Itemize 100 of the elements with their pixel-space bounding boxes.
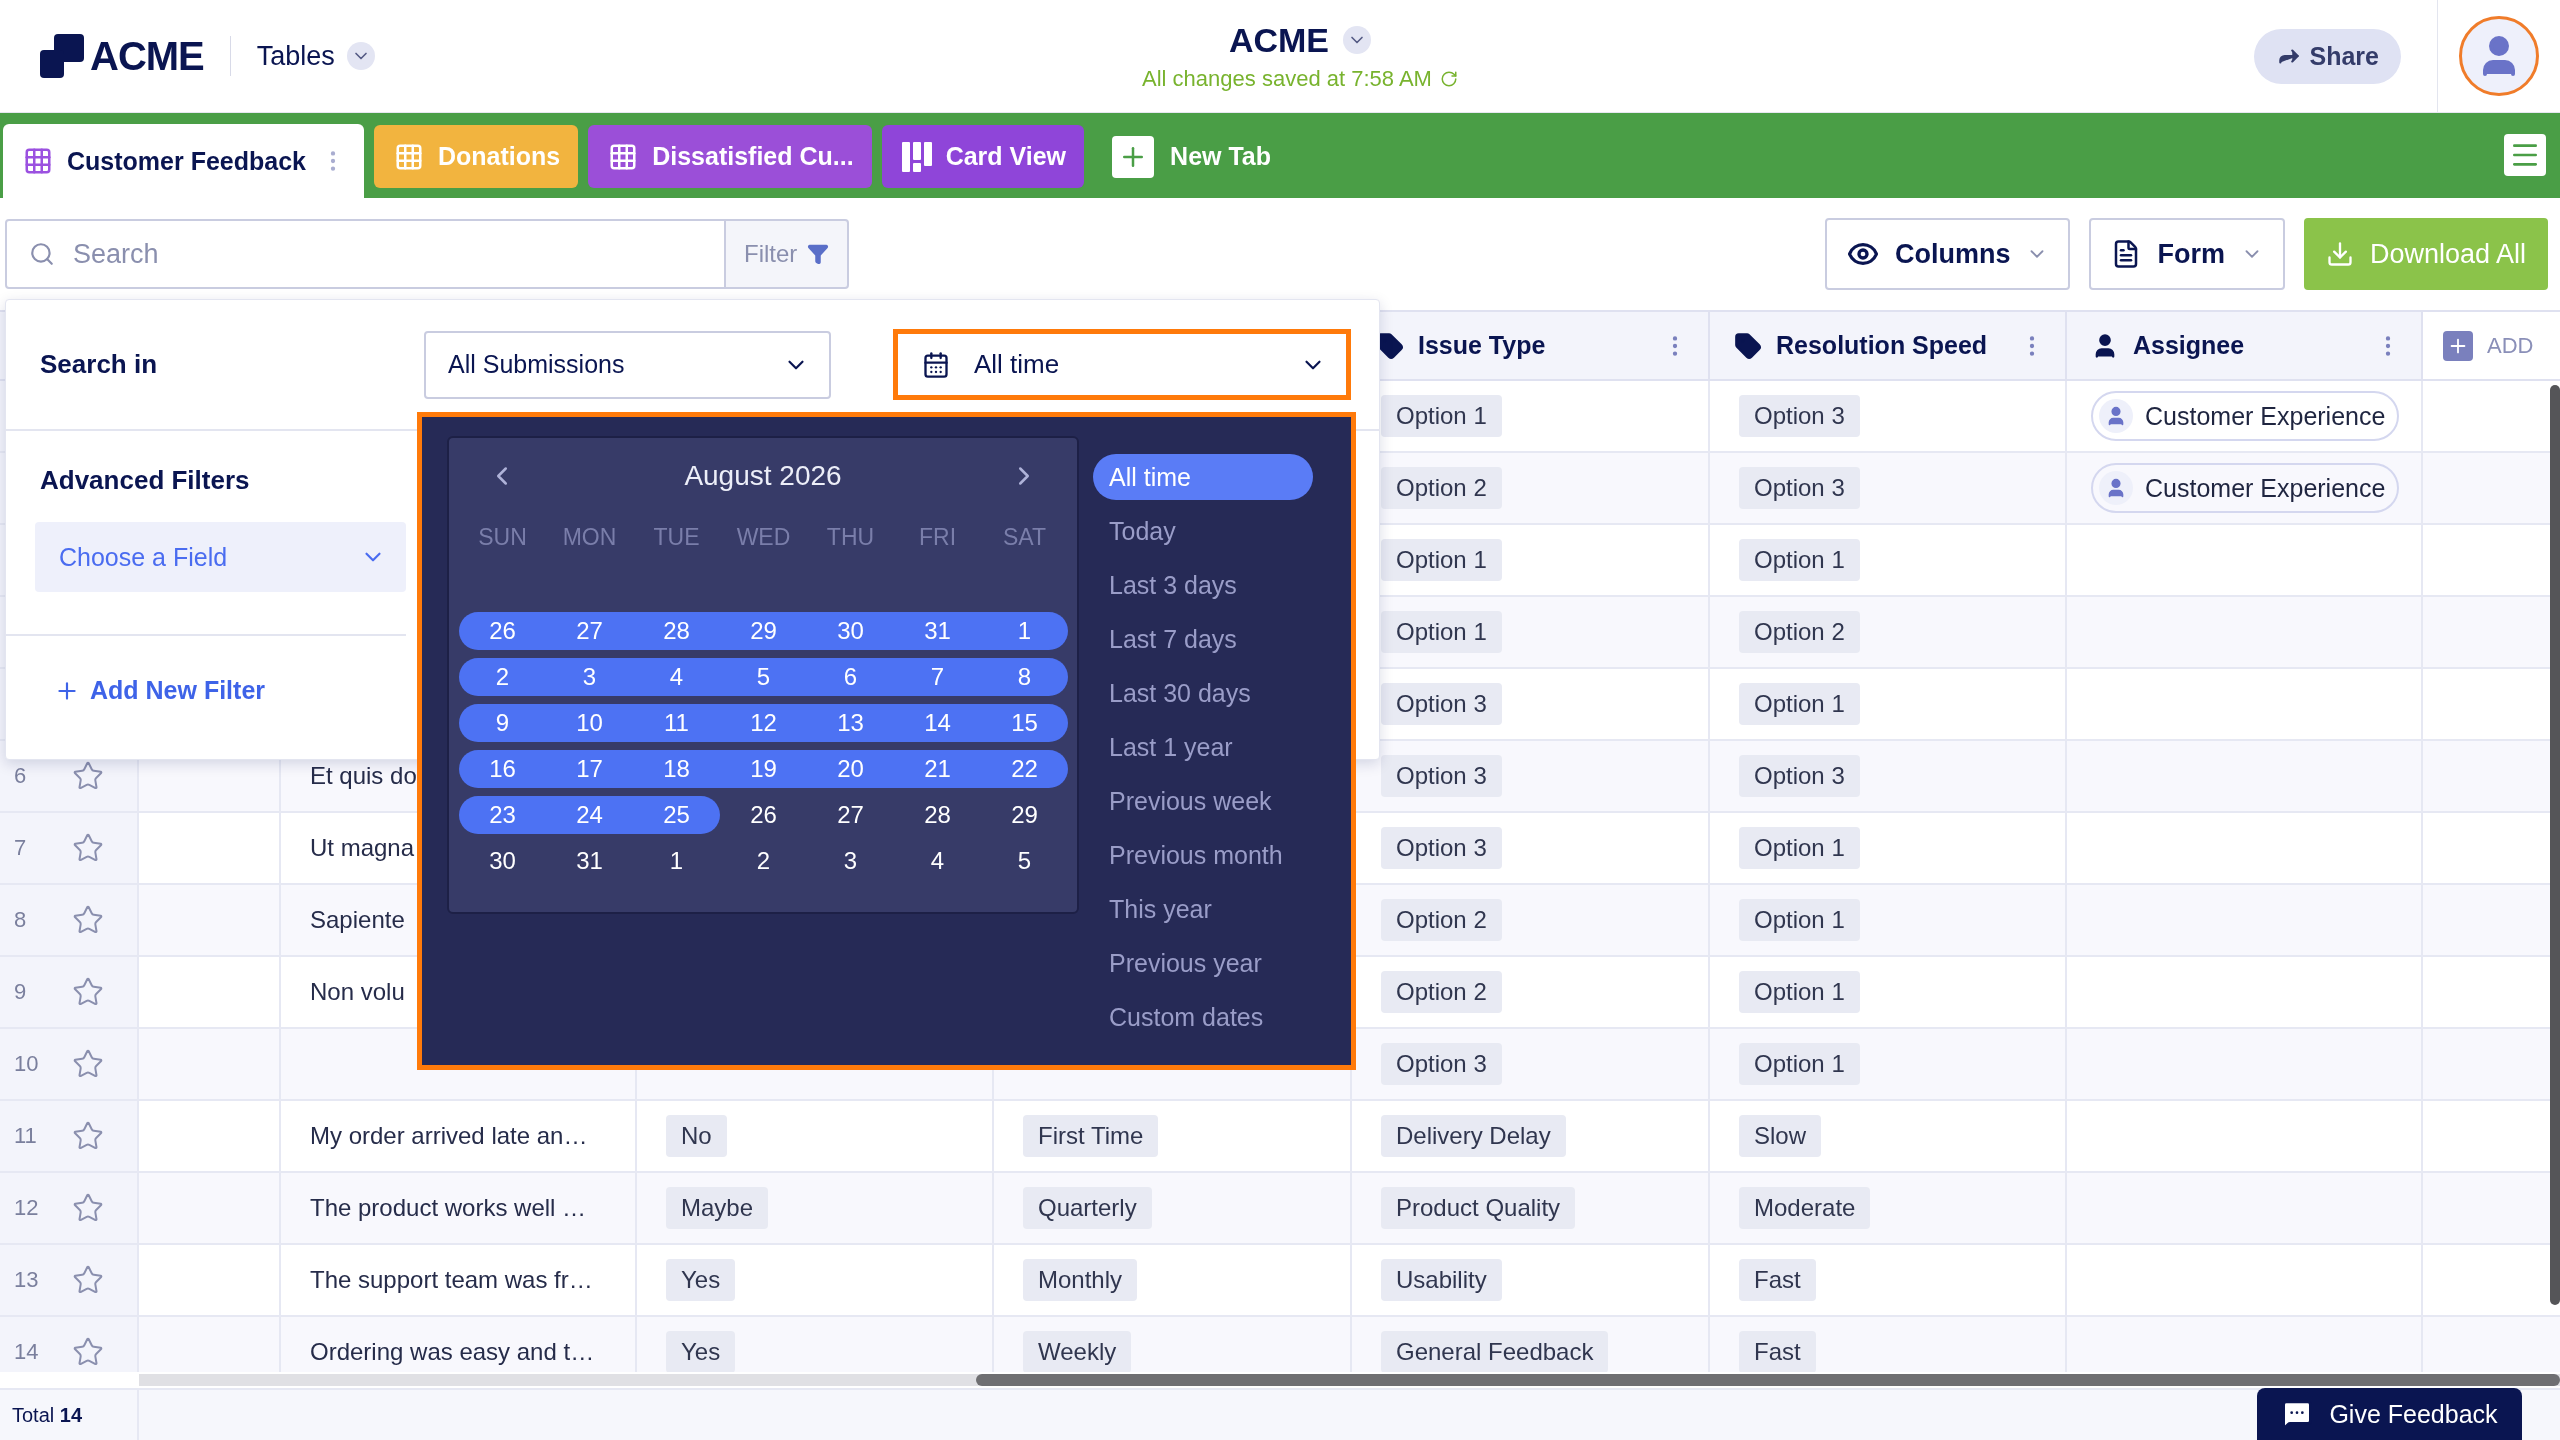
calendar-day[interactable]: 6 [807, 658, 894, 696]
search-icon [29, 241, 55, 267]
tab[interactable]: Customer Feedback [3, 124, 364, 198]
new-tab-button[interactable]: New Tab [1104, 125, 1280, 188]
calendar-day[interactable]: 31 [546, 842, 633, 880]
section-label[interactable]: Tables [256, 40, 335, 72]
calendar-day[interactable]: 1 [981, 612, 1068, 650]
calendar-day[interactable]: 24 [546, 796, 633, 834]
column-header[interactable]: Resolution Speed [1710, 312, 2067, 379]
calendar-day[interactable]: 23 [459, 796, 546, 834]
calendar-day[interactable]: 31 [894, 612, 981, 650]
calendar-day[interactable]: 16 [459, 750, 546, 788]
option-tag: Monthly [1023, 1259, 1138, 1301]
calendar-day[interactable]: 28 [633, 612, 720, 650]
calendar-day[interactable]: 29 [720, 612, 807, 650]
calendar-day[interactable]: 21 [894, 750, 981, 788]
calendar-day[interactable]: 30 [459, 842, 546, 880]
columns-button[interactable]: Columns [1824, 218, 2071, 290]
calendar-day[interactable]: 20 [807, 750, 894, 788]
add-filter-link[interactable]: Add New Filter [54, 676, 265, 705]
date-preset[interactable]: Last 7 days [1093, 616, 1313, 662]
calendar-day[interactable]: 18 [633, 750, 720, 788]
save-status: All changes saved at 7:58 AM [1142, 65, 1432, 92]
calendar-day[interactable]: 22 [981, 750, 1068, 788]
calendar-day[interactable]: 15 [981, 704, 1068, 742]
add-column-button[interactable]: ADD [2423, 312, 2560, 379]
calendar-day[interactable]: 3 [546, 658, 633, 696]
date-preset[interactable]: Previous month [1093, 832, 1313, 878]
calendar-day[interactable]: 14 [894, 704, 981, 742]
scope-select[interactable]: All Submissions [424, 330, 831, 399]
star-icon[interactable] [72, 904, 104, 936]
calendar-day[interactable]: 4 [633, 658, 720, 696]
calendar-day[interactable]: 8 [981, 658, 1068, 696]
calendar-day[interactable]: 27 [807, 796, 894, 834]
calendar-day[interactable]: 10 [546, 704, 633, 742]
star-icon[interactable] [72, 832, 104, 864]
chevron-button[interactable] [346, 42, 375, 70]
calendar-day[interactable]: 30 [807, 612, 894, 650]
horizontal-scrollbar[interactable] [139, 1374, 2560, 1386]
form-title: ACME [1228, 20, 1330, 60]
field-select[interactable]: Choose a Field [35, 522, 406, 592]
option-tag: Fast [1739, 1259, 1816, 1301]
date-preset[interactable]: Custom dates [1093, 994, 1313, 1040]
calendar-day[interactable]: 28 [894, 796, 981, 834]
date-range-select[interactable]: All time [893, 329, 1351, 400]
calendar-day[interactable]: 25 [633, 796, 720, 834]
tab[interactable]: Card View [881, 125, 1085, 188]
date-preset[interactable]: Today [1093, 508, 1313, 554]
vertical-scrollbar[interactable] [2550, 385, 2560, 1305]
date-preset[interactable]: Previous year [1093, 940, 1313, 986]
tab[interactable]: Dissatisfied Cu... [588, 125, 872, 188]
calendar-day[interactable]: 19 [720, 750, 807, 788]
calendar-day[interactable]: 1 [633, 842, 720, 880]
star-icon[interactable] [72, 1048, 104, 1080]
calendar-day[interactable]: 27 [546, 612, 633, 650]
date-preset[interactable]: All time [1093, 454, 1313, 500]
calendar-day[interactable]: 2 [720, 842, 807, 880]
weekday-label: FRI [917, 522, 958, 552]
star-icon[interactable] [72, 1264, 104, 1296]
weekday-label: WED [735, 522, 792, 552]
filter-button[interactable]: Filter [726, 219, 850, 289]
chevron-button[interactable] [1343, 26, 1372, 54]
star-icon[interactable] [72, 1192, 104, 1224]
search-field[interactable]: Search [71, 237, 671, 271]
option-tag: General Feedback [1381, 1331, 1609, 1372]
calendar-day[interactable]: 26 [720, 796, 807, 834]
calendar-day[interactable]: 29 [981, 796, 1068, 834]
menu-button[interactable] [2504, 134, 2546, 176]
calendar-day[interactable]: 11 [633, 704, 720, 742]
date-preset[interactable]: Last 1 year [1093, 724, 1313, 770]
date-preset[interactable]: Last 30 days [1093, 670, 1313, 716]
star-icon[interactable] [72, 1120, 104, 1152]
form-button[interactable]: Form [2089, 218, 2285, 290]
calendar-day[interactable]: 5 [981, 842, 1068, 880]
calendar-day[interactable]: 9 [459, 704, 546, 742]
date-preset[interactable]: Last 3 days [1093, 562, 1313, 608]
search-field[interactable]: Search [5, 219, 726, 289]
feedback-button[interactable]: Give Feedback [2257, 1388, 2522, 1440]
option-tag: Option 3 [1381, 827, 1502, 869]
plus-icon [2443, 330, 2473, 361]
calendar-day[interactable]: 13 [807, 704, 894, 742]
date-preset[interactable]: Previous week [1093, 778, 1313, 824]
assignee-chip: Customer Experience [2091, 463, 2400, 513]
star-icon[interactable] [72, 976, 104, 1008]
calendar-day[interactable]: 2 [459, 658, 546, 696]
date-preset[interactable]: This year [1093, 886, 1313, 932]
calendar-day[interactable]: 26 [459, 612, 546, 650]
calendar-day[interactable]: 12 [720, 704, 807, 742]
star-icon[interactable] [72, 1336, 104, 1368]
calendar-day[interactable]: 7 [894, 658, 981, 696]
option-tag: Option 3 [1381, 755, 1502, 797]
star-icon[interactable] [72, 760, 104, 792]
share-button[interactable]: Share [2253, 28, 2401, 84]
option-tag: Usability [1381, 1259, 1502, 1301]
calendar-day[interactable]: 17 [546, 750, 633, 788]
logo-icon [40, 34, 84, 78]
calendar-day[interactable]: 5 [720, 658, 807, 696]
calendar-day[interactable]: 3 [807, 842, 894, 880]
calendar-day[interactable]: 4 [894, 842, 981, 880]
download-button[interactable]: Download All [2303, 218, 2548, 290]
